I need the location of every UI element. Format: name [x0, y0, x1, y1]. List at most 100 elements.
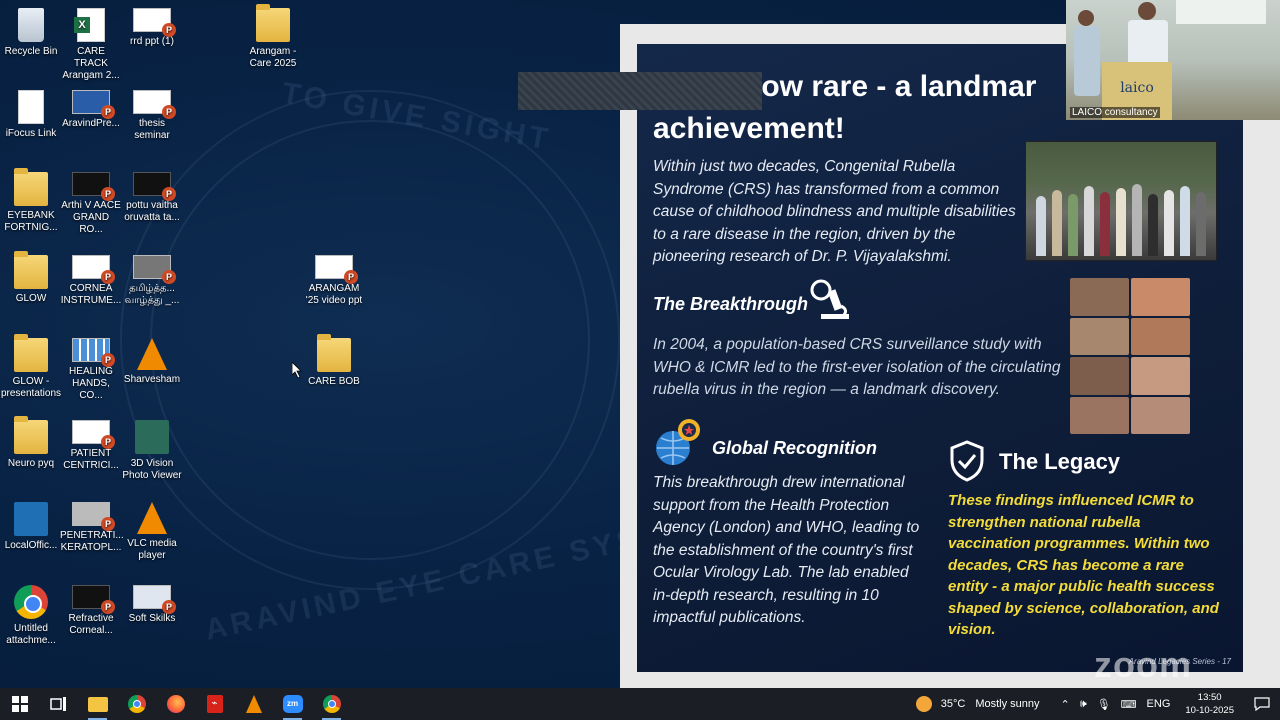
powerpoint-file-icon: [72, 90, 115, 119]
desktop-icon[interactable]: ARANGAM '25 video ppt: [303, 255, 365, 307]
desktop-icon[interactable]: AravindPre...: [60, 90, 122, 130]
desktop-icon[interactable]: Sharvesham: [121, 338, 183, 386]
powerpoint-file-icon: [72, 172, 115, 201]
icon-label: AravindPre...: [62, 118, 120, 129]
icon-label: Sharvesham: [123, 374, 181, 385]
powerpoint-file-icon: [72, 502, 115, 531]
folder-icon: [14, 168, 48, 206]
desktop-icon[interactable]: GLOW - presentations: [0, 334, 62, 400]
taskbar-zoom[interactable]: zm: [273, 688, 312, 720]
taskbar-firefox[interactable]: [156, 688, 195, 720]
breakthrough-heading: The Breakthrough: [653, 294, 809, 314]
language-indicator[interactable]: ENG: [1147, 698, 1171, 710]
taskbar-file-explorer[interactable]: [78, 688, 117, 720]
desktop-icon[interactable]: தமிழ்த்த... வாழ்த்து _...: [121, 255, 183, 307]
weather-sun-icon[interactable]: [915, 696, 932, 712]
desktop-icon[interactable]: rrd ppt (1): [121, 8, 183, 48]
clock[interactable]: 13:50 10-10-2025: [1185, 691, 1234, 717]
screen-share-overlay-bar: [518, 72, 762, 110]
desktop-icon[interactable]: CORNEA INSTRUME...: [60, 255, 122, 307]
globe-award-icon: [656, 419, 700, 465]
taskbar-acrobat[interactable]: ⌁: [195, 688, 234, 720]
folder-icon: [256, 4, 290, 42]
powerpoint-file-icon: [133, 8, 176, 37]
notification-button[interactable]: [1244, 688, 1280, 720]
powerpoint-file-icon: [72, 338, 115, 367]
icon-label: Arangam - Care 2025: [249, 46, 297, 69]
powerpoint-file-icon: [72, 585, 115, 614]
desktop-icon[interactable]: Arangam - Care 2025: [242, 4, 304, 70]
desktop-icon[interactable]: Arthi V AACE GRAND RO...: [60, 172, 122, 236]
icon-label: HEALING HANDS, CO...: [69, 366, 113, 401]
participant-name-label: LAICO consultancy: [1070, 107, 1160, 118]
powerpoint-file-icon: [133, 172, 176, 201]
desktop-icon[interactable]: Untitled attachme...: [0, 585, 62, 647]
desktop-icon[interactable]: Soft Skilks: [121, 585, 183, 625]
start-button[interactable]: [0, 688, 39, 720]
weather-temperature[interactable]: 35°C: [941, 698, 966, 710]
speaker-icon[interactable]: 🕪: [1080, 698, 1087, 711]
icon-label: CARE BOB: [308, 376, 360, 387]
desktop-icon[interactable]: LocalOffic...: [0, 502, 62, 552]
recycle-bin-icon: [18, 8, 44, 42]
clock-date: 10-10-2025: [1185, 705, 1234, 716]
icon-label: pottu vaitha oruvatta ta...: [124, 200, 180, 223]
icon-label: Untitled attachme...: [6, 623, 56, 646]
powerpoint-file-icon: [72, 420, 115, 449]
wallpaper-ring: [120, 90, 620, 590]
text-file-icon: [18, 90, 44, 124]
desktop-icon[interactable]: PENETRATI... KERATOPL...: [60, 502, 124, 554]
desktop-icon[interactable]: iFocus Link: [0, 90, 62, 140]
acrobat-icon: ⌁: [206, 695, 223, 713]
vlc-icon: [245, 695, 262, 713]
task-view-button[interactable]: [39, 688, 78, 720]
desktop-icon[interactable]: PATIENT CENTRICI...: [60, 420, 122, 472]
desktop-icon[interactable]: VLC media player: [121, 502, 183, 562]
chrome-icon: [127, 695, 146, 713]
chrome-icon: [322, 695, 341, 713]
zoom-watermark: zoom: [1094, 644, 1192, 685]
presentation-slide: CRS - now rare - a landmar achievement! …: [637, 44, 1243, 672]
desktop-icon[interactable]: 3D Vision Photo Viewer: [121, 420, 183, 482]
powerpoint-file-icon: [133, 255, 176, 284]
microscope-icon: [810, 279, 849, 319]
taskbar: ⌁ zm 35°C Mostly sunny ⌃ 🕪 🎙 ⌨ ENG 13:50…: [0, 688, 1280, 720]
eye-photo-collage: [1070, 278, 1190, 434]
folder-icon: [14, 416, 48, 454]
desktop-icon[interactable]: GLOW: [0, 251, 62, 305]
notification-icon: [1254, 697, 1270, 711]
icon-label: PATIENT CENTRICI...: [63, 448, 119, 471]
icon-label: LocalOffic...: [4, 540, 58, 551]
taskbar-vlc[interactable]: [234, 688, 273, 720]
legacy-paragraph: These findings influenced ICMR to streng…: [948, 492, 1219, 638]
weather-description[interactable]: Mostly sunny: [975, 698, 1039, 710]
icon-label: CORNEA INSTRUME...: [60, 283, 122, 306]
firefox-icon: [166, 695, 185, 713]
desktop-icon[interactable]: CARE TRACK Arangam 2...: [60, 8, 122, 82]
desktop-icon[interactable]: EYEBANK FORTNIG...: [0, 168, 62, 234]
desktop-icon[interactable]: thesis seminar: [121, 90, 183, 142]
webcam-video-tile[interactable]: laico LAICO consultancy: [1066, 0, 1280, 120]
taskbar-chrome-2[interactable]: [312, 688, 351, 720]
network-icon[interactable]: ⌨: [1121, 698, 1137, 711]
desktop-icon[interactable]: Refractive Corneal...: [60, 585, 122, 637]
icon-label: Refractive Corneal...: [68, 613, 114, 636]
taskbar-chrome[interactable]: [117, 688, 156, 720]
mouse-cursor-icon: [292, 362, 302, 378]
powerpoint-file-icon: [72, 255, 115, 284]
chrome-icon: [14, 585, 48, 619]
desktop-icon[interactable]: CARE BOB: [303, 334, 365, 388]
desktop-icon[interactable]: HEALING HANDS, CO...: [60, 338, 122, 402]
microphone-icon[interactable]: 🎙: [1097, 698, 1111, 711]
icon-label: rrd ppt (1): [130, 36, 174, 47]
global-recognition-heading: Global Recognition: [712, 438, 877, 458]
whiteboard: [1176, 0, 1266, 24]
desktop-icon[interactable]: Recycle Bin: [0, 8, 62, 58]
desktop-icon[interactable]: Neuro pyq: [0, 416, 62, 470]
desktop-icon[interactable]: pottu vaitha oruvatta ta...: [121, 172, 183, 224]
folder-icon: [14, 334, 48, 372]
icon-label: Neuro pyq: [7, 458, 55, 469]
vlc-icon: [137, 338, 167, 370]
excel-file-icon: [74, 8, 105, 42]
chevron-up-icon[interactable]: ⌃: [1061, 698, 1070, 711]
